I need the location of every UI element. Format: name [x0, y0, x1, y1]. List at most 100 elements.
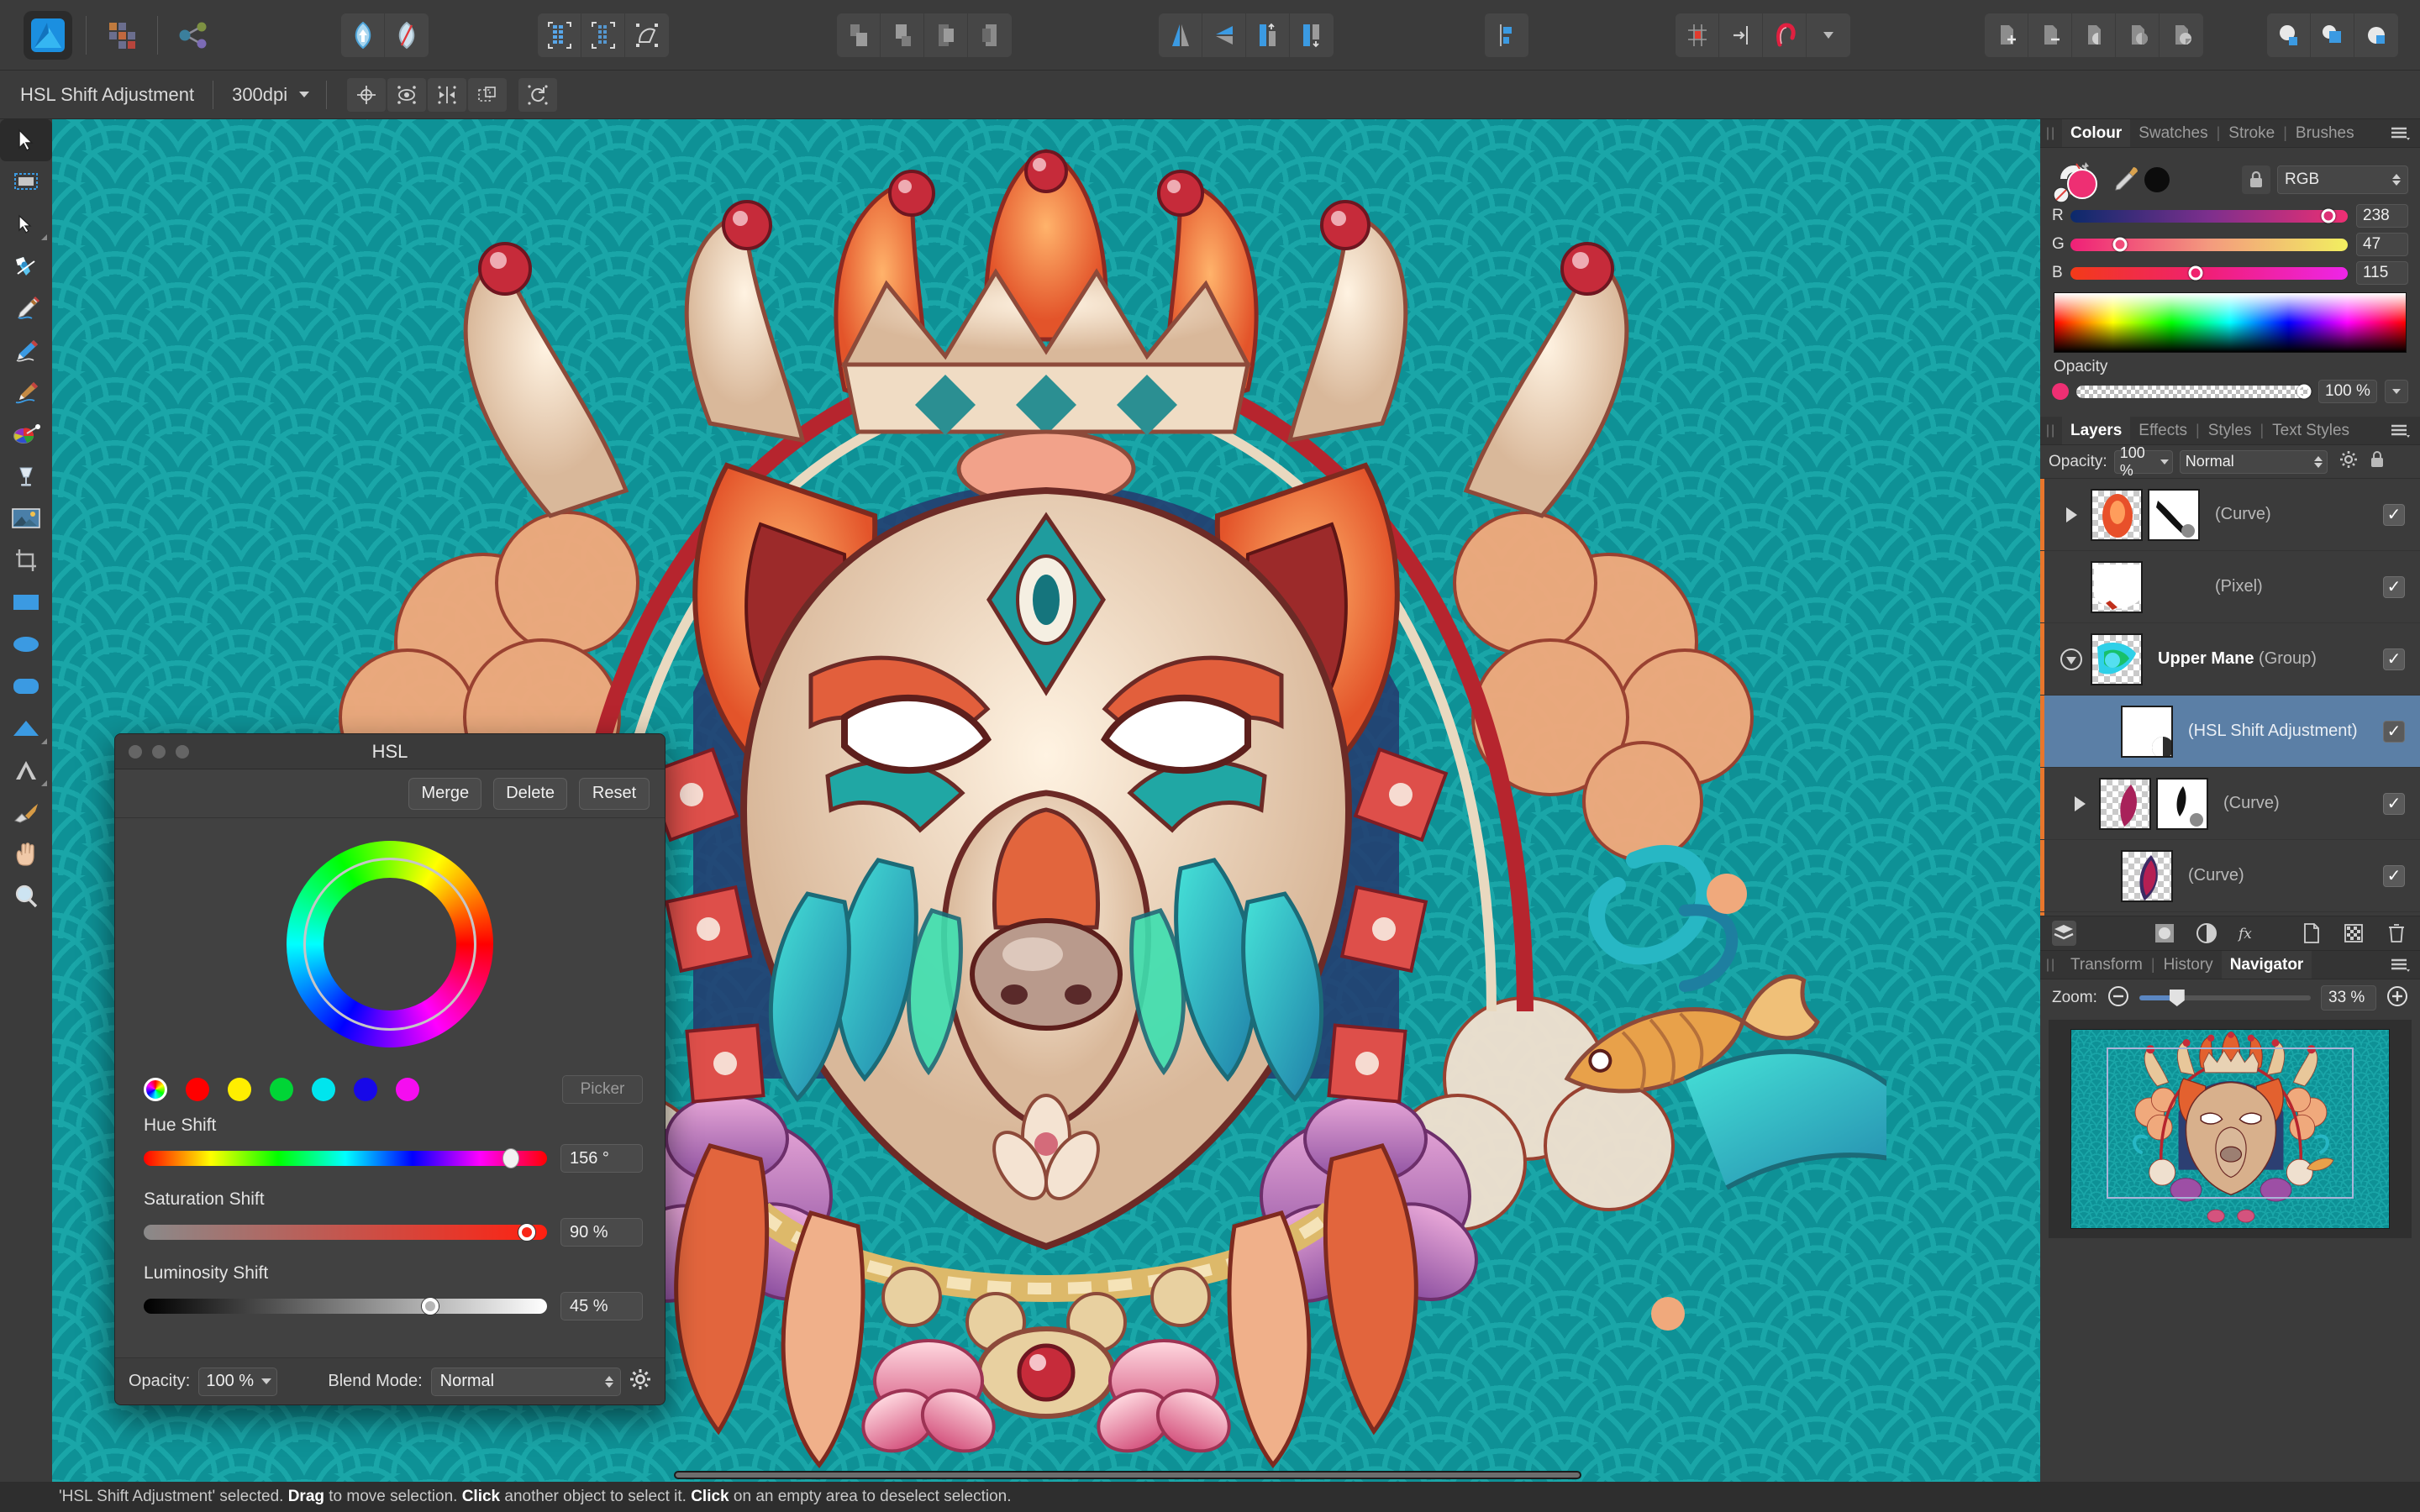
navigator-viewport-rect[interactable]: [2106, 1047, 2354, 1199]
align-right-icon[interactable]: [1290, 13, 1334, 57]
select-sampled-colour-icon[interactable]: [581, 13, 625, 57]
table-row[interactable]: (HSL Shift Adjustment) ✓: [2040, 696, 2420, 768]
tool-smudge-tool[interactable]: [0, 791, 52, 833]
liquify-persona-icon[interactable]: [2311, 13, 2354, 57]
tool-fill-tool[interactable]: [0, 455, 52, 497]
photo-persona-icon[interactable]: [2267, 13, 2311, 57]
tab-swatches[interactable]: Swatches: [2130, 119, 2216, 147]
develop-persona-icon[interactable]: [2354, 13, 2398, 57]
layers-panel-grip-icon[interactable]: ||: [2040, 417, 2062, 444]
rotation-center-icon[interactable]: [347, 77, 387, 112]
shape-flyout-corner[interactable]: [41, 738, 47, 744]
tab-navigator[interactable]: Navigator: [2221, 951, 2312, 979]
saturation-shift-knob[interactable]: [518, 1224, 535, 1241]
channel-value-g[interactable]: 47: [2356, 233, 2408, 256]
tool-artboard-tool[interactable]: [0, 161, 52, 203]
colour-picker-eyedropper-icon[interactable]: [2112, 164, 2141, 197]
colour-spectrum-box[interactable]: [2054, 292, 2407, 353]
tool-rectangle-tool[interactable]: [0, 581, 52, 623]
tool-colour-replacement-tool[interactable]: [0, 413, 52, 455]
flood-select-icon[interactable]: [341, 13, 385, 57]
tool-ellipse-tool[interactable]: [0, 623, 52, 665]
mask-circle-icon[interactable]: [2152, 921, 2176, 946]
layer-visibility-checkbox[interactable]: ✓: [2383, 503, 2405, 526]
tool-pen-nib-tool[interactable]: [0, 287, 52, 329]
move-back-icon[interactable]: [881, 13, 924, 57]
move-forward-icon[interactable]: [837, 13, 881, 57]
green-swatch[interactable]: [270, 1078, 293, 1101]
layers-stack-icon[interactable]: [2052, 921, 2076, 946]
dpi-label[interactable]: 300dpi: [213, 84, 299, 106]
channel-value-b[interactable]: 115: [2356, 261, 2408, 285]
expand-chevron-icon[interactable]: [2057, 501, 2086, 529]
table-row[interactable]: (Curve) ✓: [2040, 479, 2420, 551]
hsl-adjustment-dialog[interactable]: HSL Merge Delete Reset Picker Hue Shift …: [114, 733, 666, 1405]
saturation-shift-value[interactable]: 90 %: [560, 1218, 643, 1247]
channel-knob-b[interactable]: [2188, 265, 2202, 281]
plus-circle-icon[interactable]: [2386, 985, 2408, 1011]
add-layer-mask-icon[interactable]: [1985, 13, 2028, 57]
layer-visibility-checkbox[interactable]: ✓: [2383, 720, 2405, 743]
zoom-value[interactable]: 33 %: [2321, 985, 2376, 1011]
hue-colour-wheel[interactable]: [287, 841, 493, 1047]
colour-model-dropdown[interactable]: RGB: [2277, 165, 2408, 194]
table-row[interactable]: (Curve) ✓: [2040, 768, 2420, 840]
hsl-blend-spinner-icon[interactable]: [605, 1375, 613, 1388]
table-row[interactable]: (Curve) ✓: [2040, 912, 2420, 916]
magenta-swatch[interactable]: [396, 1078, 419, 1101]
colour-panel-grip-icon[interactable]: ||: [2040, 119, 2062, 147]
scrollbar-thumb[interactable]: [674, 1471, 1581, 1479]
mirror-handles-icon[interactable]: [428, 77, 467, 112]
layer-visibility-checkbox[interactable]: ✓: [2383, 648, 2405, 670]
tool-node-tool[interactable]: [0, 203, 52, 245]
app-logo-icon[interactable]: [24, 10, 72, 60]
tab-colour[interactable]: Colour: [2062, 119, 2131, 147]
lock-icon[interactable]: [2242, 165, 2270, 194]
channel-track-b[interactable]: [2070, 265, 2348, 281]
cyan-swatch[interactable]: [312, 1078, 335, 1101]
zoom-slider[interactable]: [2139, 990, 2311, 1006]
luminosity-shift-knob[interactable]: [421, 1298, 439, 1315]
colour-model-spinner-icon[interactable]: [2392, 174, 2401, 186]
move-to-front-icon[interactable]: [924, 13, 968, 57]
move-to-back-icon[interactable]: [968, 13, 1012, 57]
new-layer-icon[interactable]: [2300, 921, 2324, 946]
tool-paint-brush-tool[interactable]: [0, 371, 52, 413]
layer-visibility-checkbox[interactable]: ✓: [2383, 864, 2405, 887]
tool-move-tool[interactable]: [0, 119, 52, 161]
text-flyout-corner[interactable]: [41, 780, 47, 786]
channel-knob-g[interactable]: [2112, 237, 2128, 252]
layers-opacity-value[interactable]: 100 %: [2113, 444, 2173, 479]
tool-flyout-corner[interactable]: [41, 234, 47, 240]
hsl-opacity-value[interactable]: 100 %: [198, 1367, 278, 1396]
opacity-knob[interactable]: [2296, 384, 2312, 399]
minus-circle-icon[interactable]: [2107, 985, 2129, 1011]
select-pixels-icon[interactable]: [538, 13, 581, 57]
tool-pen-tool[interactable]: [0, 245, 52, 287]
merge-button[interactable]: Merge: [408, 777, 482, 810]
canvas-horizontal-scrollbar[interactable]: [52, 1468, 2040, 1482]
layers-settings-gear-icon[interactable]: [2339, 450, 2358, 473]
tab-text-styles[interactable]: Text Styles: [2264, 417, 2358, 444]
opacity-chevron-down-icon[interactable]: [2385, 380, 2408, 403]
table-row[interactable]: (Pixel) ✓: [2040, 551, 2420, 623]
hsl-blend-mode-dropdown[interactable]: Normal: [430, 1367, 621, 1396]
tool-pencil-tool[interactable]: [0, 329, 52, 371]
red-swatch[interactable]: [186, 1078, 209, 1101]
hsl-settings-gear-icon[interactable]: [629, 1368, 651, 1394]
align-left-icon[interactable]: [1246, 13, 1290, 57]
tab-stroke[interactable]: Stroke: [2220, 119, 2283, 147]
expand-chevron-icon[interactable]: [2065, 790, 2094, 818]
yellow-swatch[interactable]: [228, 1078, 251, 1101]
refine-selection-icon[interactable]: [385, 13, 429, 57]
navigator-preview[interactable]: [2049, 1020, 2412, 1238]
new-pixel-layer-icon[interactable]: [2342, 921, 2366, 946]
reset-button[interactable]: Reset: [579, 777, 650, 810]
tab-history[interactable]: History: [2155, 951, 2222, 979]
hue-shift-knob[interactable]: [502, 1148, 519, 1168]
tool-place-image-tool[interactable]: [0, 497, 52, 539]
hsl-dialog-titlebar[interactable]: HSL: [115, 734, 665, 769]
table-row[interactable]: Upper Mane (Group) ✓: [2040, 623, 2420, 696]
layer-visibility-checkbox[interactable]: ✓: [2383, 792, 2405, 815]
saturation-shift-track[interactable]: [144, 1224, 547, 1241]
